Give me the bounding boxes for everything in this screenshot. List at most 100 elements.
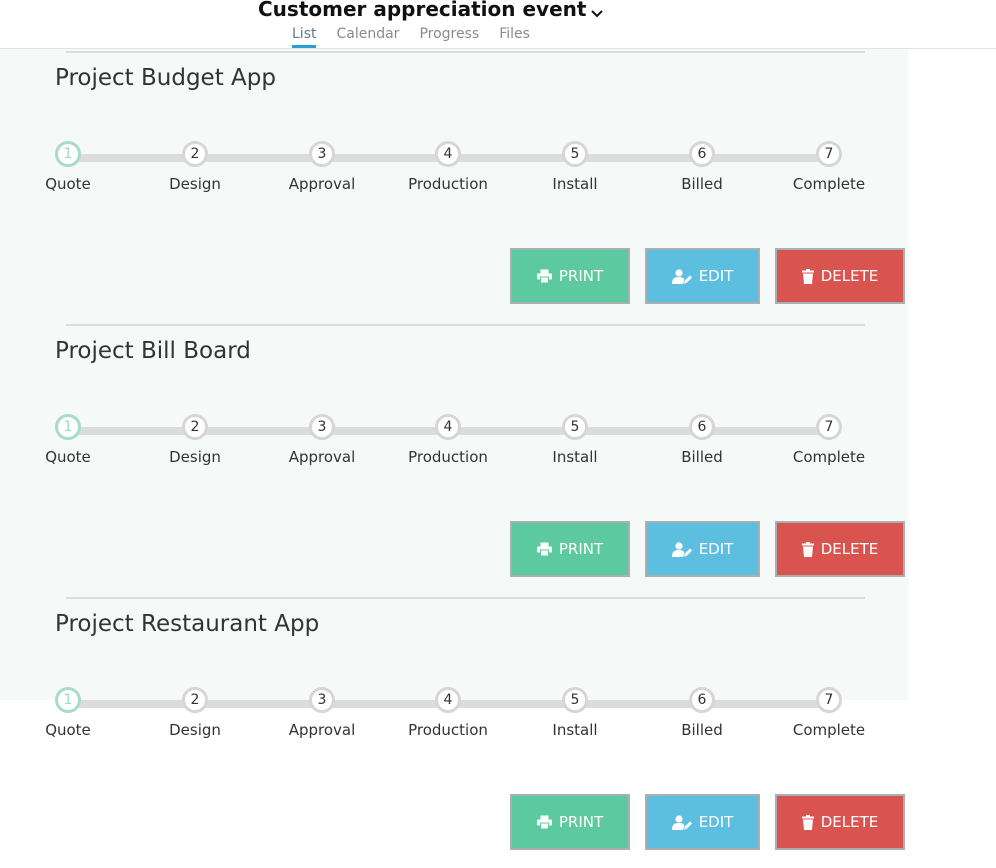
print-label: PRINT	[558, 267, 604, 285]
project-list: Project Budget App 1 Quote 2 Design 3 Appro…	[0, 49, 908, 850]
step-number: 2	[182, 414, 208, 440]
printer-icon	[536, 815, 552, 829]
delete-label: DELETE	[820, 267, 879, 285]
step-label: Complete	[792, 175, 866, 193]
step-number: 5	[562, 414, 588, 440]
step-label: Install	[552, 721, 598, 739]
delete-button[interactable]: DELETE	[775, 794, 905, 850]
step-label: Approval	[288, 175, 356, 193]
step-label: Approval	[288, 721, 356, 739]
step-production[interactable]: 4 Production	[388, 414, 508, 466]
step-design[interactable]: 2 Design	[135, 687, 255, 739]
step-install[interactable]: 5 Install	[515, 687, 635, 739]
step-number: 3	[309, 414, 335, 440]
step-billed[interactable]: 6 Billed	[642, 687, 762, 739]
edit-button[interactable]: EDIT	[645, 794, 760, 850]
project-card: Project Budget App 1 Quote 2 Design 3 Appro…	[0, 49, 908, 322]
step-install[interactable]: 5 Install	[515, 141, 635, 193]
printer-icon	[536, 542, 552, 556]
print-button[interactable]: PRINT	[510, 248, 630, 304]
step-label: Billed	[681, 721, 723, 739]
step-label: Quote	[45, 721, 91, 739]
edit-button[interactable]: EDIT	[645, 248, 760, 304]
trash-icon	[801, 268, 814, 284]
project-title: Project Bill Board	[55, 338, 251, 364]
step-number: 3	[309, 141, 335, 167]
step-number: 6	[689, 687, 715, 713]
step-label: Design	[169, 175, 221, 193]
project-title: Project Restaurant App	[55, 611, 320, 637]
step-quote[interactable]: 1 Quote	[8, 687, 128, 739]
tab-files[interactable]: Files	[499, 26, 530, 46]
step-billed[interactable]: 6 Billed	[642, 141, 762, 193]
edit-button[interactable]: EDIT	[645, 521, 760, 577]
divider	[66, 324, 865, 326]
step-complete[interactable]: 7 Complete	[769, 414, 889, 466]
step-billed[interactable]: 6 Billed	[642, 414, 762, 466]
step-label: Complete	[792, 448, 866, 466]
step-label: Billed	[681, 448, 723, 466]
step-approval[interactable]: 3 Approval	[262, 141, 382, 193]
tab-calendar[interactable]: Calendar	[336, 26, 399, 46]
step-label: Quote	[45, 175, 91, 193]
step-number: 4	[435, 687, 461, 713]
step-number: 5	[562, 141, 588, 167]
step-label: Install	[552, 175, 598, 193]
step-label: Production	[408, 448, 488, 466]
chevron-down-icon[interactable]	[591, 0, 604, 23]
step-number: 2	[182, 141, 208, 167]
step-label: Production	[408, 721, 488, 739]
user-edit-icon	[671, 268, 692, 284]
divider	[66, 597, 865, 599]
step-label: Billed	[681, 175, 723, 193]
print-label: PRINT	[558, 540, 604, 558]
delete-button[interactable]: DELETE	[775, 248, 905, 304]
step-label: Production	[408, 175, 488, 193]
step-design[interactable]: 2 Design	[135, 414, 255, 466]
delete-button[interactable]: DELETE	[775, 521, 905, 577]
step-quote[interactable]: 1 Quote	[8, 141, 128, 193]
project-card: Project Restaurant App 1 Quote 2 Design 3 A…	[0, 595, 908, 868]
step-number: 7	[816, 414, 842, 440]
step-label: Complete	[792, 721, 866, 739]
step-number: 7	[816, 687, 842, 713]
user-edit-icon	[671, 814, 692, 830]
step-number: 3	[309, 687, 335, 713]
tab-list[interactable]: List	[292, 26, 317, 48]
print-label: PRINT	[558, 813, 604, 831]
edit-label: EDIT	[698, 267, 734, 285]
delete-label: DELETE	[820, 540, 879, 558]
step-number: 4	[435, 414, 461, 440]
step-production[interactable]: 4 Production	[388, 687, 508, 739]
print-button[interactable]: PRINT	[510, 794, 630, 850]
step-label: Design	[169, 448, 221, 466]
event-title-text: Customer appreciation event	[258, 0, 587, 21]
event-title[interactable]: Customer appreciation event	[258, 0, 604, 23]
step-approval[interactable]: 3 Approval	[262, 414, 382, 466]
tab-progress[interactable]: Progress	[419, 26, 479, 46]
edit-label: EDIT	[698, 540, 734, 558]
step-production[interactable]: 4 Production	[388, 141, 508, 193]
step-approval[interactable]: 3 Approval	[262, 687, 382, 739]
edit-label: EDIT	[698, 813, 734, 831]
printer-icon	[536, 269, 552, 283]
step-number: 1	[55, 141, 81, 167]
step-design[interactable]: 2 Design	[135, 141, 255, 193]
step-number: 4	[435, 141, 461, 167]
step-complete[interactable]: 7 Complete	[769, 687, 889, 739]
step-label: Install	[552, 448, 598, 466]
user-edit-icon	[671, 541, 692, 557]
divider	[66, 51, 865, 53]
step-install[interactable]: 5 Install	[515, 414, 635, 466]
step-number: 5	[562, 687, 588, 713]
step-quote[interactable]: 1 Quote	[8, 414, 128, 466]
step-number: 2	[182, 687, 208, 713]
step-label: Quote	[45, 448, 91, 466]
trash-icon	[801, 541, 814, 557]
step-complete[interactable]: 7 Complete	[769, 141, 889, 193]
print-button[interactable]: PRINT	[510, 521, 630, 577]
step-number: 1	[55, 687, 81, 713]
step-label: Approval	[288, 448, 356, 466]
delete-label: DELETE	[820, 813, 879, 831]
step-number: 6	[689, 141, 715, 167]
